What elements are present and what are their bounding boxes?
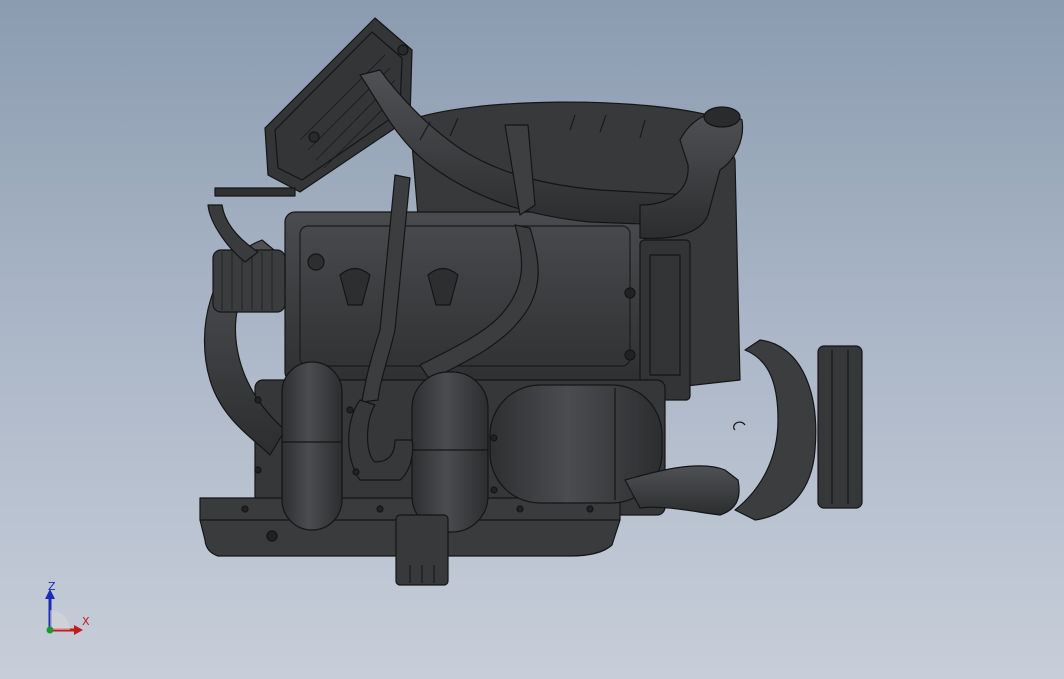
coordinate-triad-icon [45, 589, 83, 635]
flywheel [817, 345, 863, 509]
orientation-triad[interactable]: Z X [30, 575, 100, 640]
mount-bracket [214, 187, 296, 197]
exhaust-canister-mid [411, 371, 489, 533]
engine-body [199, 17, 863, 586]
exhaust-canister-left [281, 361, 343, 531]
engine-assembly-model[interactable] [0, 0, 1064, 679]
graphics-viewport[interactable]: Z X [0, 0, 1064, 679]
z-axis-label: Z [48, 580, 56, 593]
x-axis-label: X [82, 615, 90, 628]
flywheel-shroud [734, 339, 817, 521]
accessory-column [639, 239, 691, 401]
